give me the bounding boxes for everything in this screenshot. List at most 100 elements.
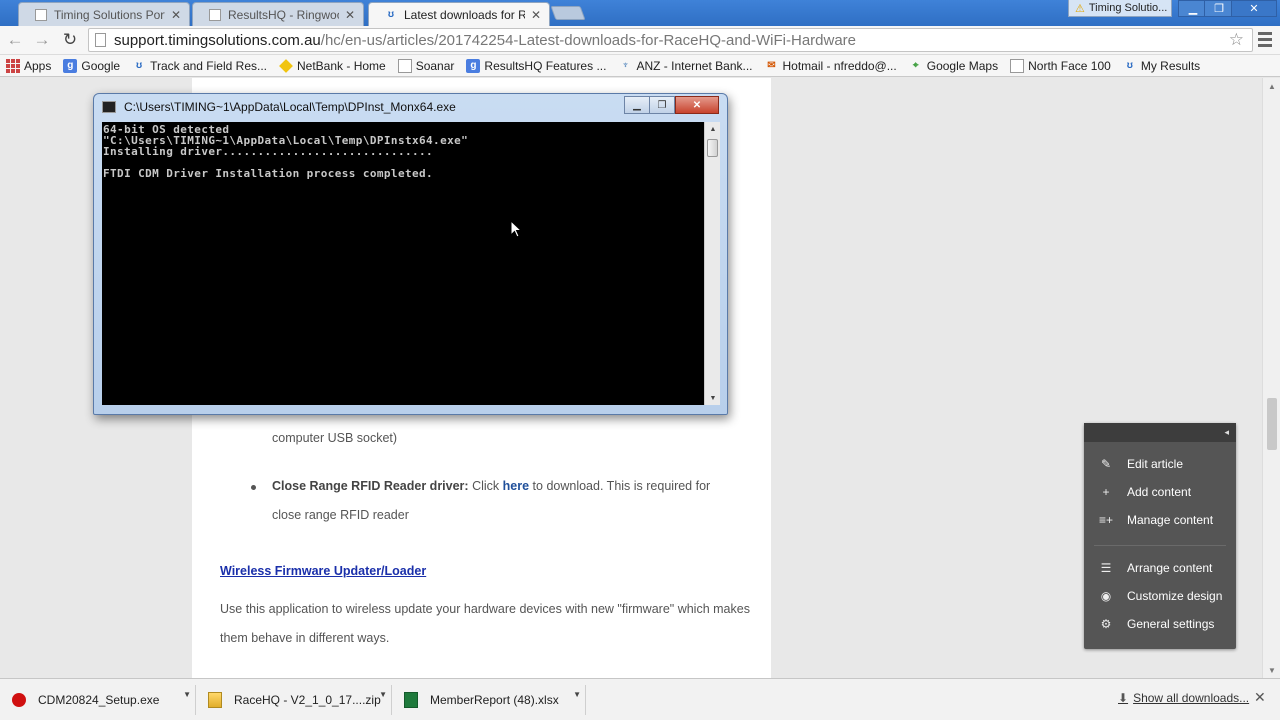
show-all-label: Show all downloads...	[1133, 691, 1250, 705]
exe-file-icon	[12, 693, 26, 707]
bookmark-my-results[interactable]: ʊ My Results	[1123, 59, 1200, 73]
scroll-down-icon[interactable]: ▼	[1263, 662, 1280, 678]
new-tab-button[interactable]	[550, 6, 586, 20]
bookmark-hotmail[interactable]: ✉ Hotmail - nfreddo@...	[765, 58, 897, 73]
page-scrollbar[interactable]: ▲ ▼	[1262, 78, 1280, 678]
admin-tools-panel: ◂ ✎ Edit article + Add content ≡+ Manage…	[1084, 423, 1236, 649]
zip-file-icon	[208, 692, 222, 708]
download-item[interactable]: MemberReport (48).xlsx ▼	[394, 685, 586, 715]
rfid-rest-text: to download. This is required for	[532, 479, 711, 493]
dpinst-console-window[interactable]: C:\Users\TIMING~1\AppData\Local\Temp\DPI…	[93, 93, 728, 415]
list-icon: ☰	[1100, 561, 1112, 575]
bookmark-label: Google Maps	[926, 58, 999, 73]
scroll-up-icon[interactable]: ▲	[705, 122, 721, 136]
admin-item-label: Edit article	[1127, 457, 1184, 471]
downloads-shelf: CDM20824_Setup.exe ▼ RaceHQ - V2_1_0_17.…	[0, 678, 1280, 720]
console-scrollbar-thumb[interactable]	[707, 139, 718, 157]
console-scrollbar[interactable]: ▲ ▼	[704, 122, 720, 405]
console-titlebar[interactable]: C:\Users\TIMING~1\AppData\Local\Temp\DPI…	[102, 98, 456, 116]
scroll-down-icon[interactable]: ▼	[705, 391, 721, 405]
bookmark-google[interactable]: g Google	[63, 58, 121, 73]
chevron-down-icon[interactable]: ▼	[183, 690, 191, 699]
rfid-click-text: Click	[472, 479, 500, 493]
bookmark-label: My Results	[1140, 58, 1201, 73]
u-logo-icon: ʊ	[387, 9, 395, 20]
close-icon: ✕	[692, 99, 702, 111]
bookmark-netbank[interactable]: NetBank - Home	[279, 59, 386, 73]
add-content-button[interactable]: + Add content	[1098, 482, 1191, 502]
admin-item-label: Add content	[1127, 485, 1192, 499]
bookmark-label: ANZ - Internet Bank...	[636, 58, 753, 73]
profile-badge[interactable]: ⚠ Timing Solutio...	[1068, 0, 1172, 17]
arrange-content-button[interactable]: ☰ Arrange content	[1098, 558, 1213, 578]
reload-button[interactable]: ↻	[59, 29, 81, 51]
tab-resultshq[interactable]: ResultsHQ - Ringwood LA ✕	[192, 2, 364, 26]
back-arrow-icon: ←	[6, 30, 24, 49]
u-logo-icon: ʊ	[1126, 60, 1133, 71]
restore-button[interactable]: ❐	[1204, 0, 1234, 17]
console-icon	[102, 101, 116, 113]
bookmark-track-field[interactable]: ʊ Track and Field Res...	[132, 59, 267, 73]
tab-latest-downloads[interactable]: ʊ Latest downloads for Race ✕	[368, 2, 550, 26]
url-host: support.timingsolutions.com.au	[114, 31, 321, 49]
chrome-menu-button[interactable]	[1258, 32, 1272, 48]
mouse-cursor-icon	[510, 220, 522, 238]
address-bar[interactable]: support.timingsolutions.com.au/hc/en-us/…	[88, 28, 1253, 52]
bookmark-north-face[interactable]: North Face 100	[1010, 58, 1111, 73]
close-icon[interactable]: ✕	[171, 8, 181, 22]
bookmark-apps[interactable]: Apps	[6, 58, 52, 73]
netbank-icon	[279, 58, 293, 73]
bookmark-star-icon[interactable]: ☆	[1229, 30, 1244, 50]
bookmark-resultshq-features[interactable]: g ResultsHQ Features ...	[466, 58, 606, 73]
download-icon: ⬇	[1118, 691, 1129, 705]
doc-icon	[397, 58, 412, 73]
console-maximize-button[interactable]: ❐	[649, 96, 675, 114]
maps-icon: ⌖	[912, 60, 919, 71]
url-path: /hc/en-us/articles/201742254-Latest-down…	[320, 31, 857, 49]
bookmark-google-maps[interactable]: ⌖ Google Maps	[909, 59, 998, 73]
tab-title: Latest downloads for Race	[404, 7, 525, 22]
anz-icon: ♆	[621, 60, 630, 71]
close-icon[interactable]: ✕	[531, 8, 541, 22]
scrollbar-thumb[interactable]	[1267, 398, 1277, 450]
maximize-icon: ❐	[657, 99, 667, 111]
download-item[interactable]: RaceHQ - V2_1_0_17....zip ▼	[198, 685, 392, 715]
console-minimize-button[interactable]: ▁	[624, 96, 650, 114]
tab-timing-solutions-portal[interactable]: Timing Solutions Portal | L ✕	[18, 2, 190, 26]
scroll-up-icon[interactable]: ▲	[1263, 78, 1280, 94]
bookmark-label: Hotmail - nfreddo@...	[782, 58, 897, 73]
bookmark-label: Apps	[24, 58, 52, 73]
close-window-button[interactable]: ✕	[1231, 0, 1277, 17]
browser-toolbar: ← → ↻ support.timingsolutions.com.au/hc/…	[0, 26, 1280, 55]
show-all-downloads-link[interactable]: ⬇ Show all downloads...	[1118, 691, 1249, 705]
apps-icon	[6, 58, 20, 73]
browser-tab-strip: Timing Solutions Portal | L ✕ ResultsHQ …	[0, 0, 1280, 26]
wireless-description-line-2: them behave in different ways.	[220, 631, 390, 645]
back-button[interactable]: ←	[4, 29, 26, 51]
manage-content-button[interactable]: ≡+ Manage content	[1098, 510, 1213, 530]
bookmark-anz[interactable]: ♆ ANZ - Internet Bank...	[618, 58, 753, 73]
google-icon: g	[63, 58, 78, 73]
bookmark-label: Track and Field Res...	[150, 58, 267, 73]
chevron-down-icon[interactable]: ▼	[573, 690, 581, 699]
close-icon[interactable]: ✕	[345, 8, 355, 22]
page-icon	[95, 33, 106, 47]
collapse-icon[interactable]: ◂	[1224, 427, 1229, 438]
general-settings-button[interactable]: ⚙ General settings	[1098, 614, 1215, 634]
edit-article-button[interactable]: ✎ Edit article	[1098, 454, 1183, 474]
bookmark-soanar[interactable]: Soanar	[397, 58, 454, 73]
customize-design-button[interactable]: ◉ Customize design	[1098, 586, 1223, 606]
bookmark-label: Google	[81, 58, 121, 73]
console-close-button[interactable]: ✕	[675, 96, 719, 114]
wireless-firmware-heading-link[interactable]: Wireless Firmware Updater/Loader	[220, 557, 426, 586]
download-item[interactable]: CDM20824_Setup.exe ▼	[0, 685, 196, 715]
download-name: RaceHQ - V2_1_0_17....zip	[234, 693, 381, 707]
chevron-down-icon[interactable]: ▼	[379, 690, 387, 699]
rfid-download-link[interactable]: here	[503, 479, 529, 493]
close-shelf-button[interactable]: ✕	[1254, 689, 1266, 706]
warning-icon: ⚠	[1075, 2, 1085, 15]
eye-icon: ◉	[1100, 589, 1112, 603]
tab-title: ResultsHQ - Ringwood LA	[228, 7, 339, 22]
admin-item-label: Arrange content	[1127, 561, 1213, 575]
forward-button[interactable]: →	[31, 29, 53, 51]
